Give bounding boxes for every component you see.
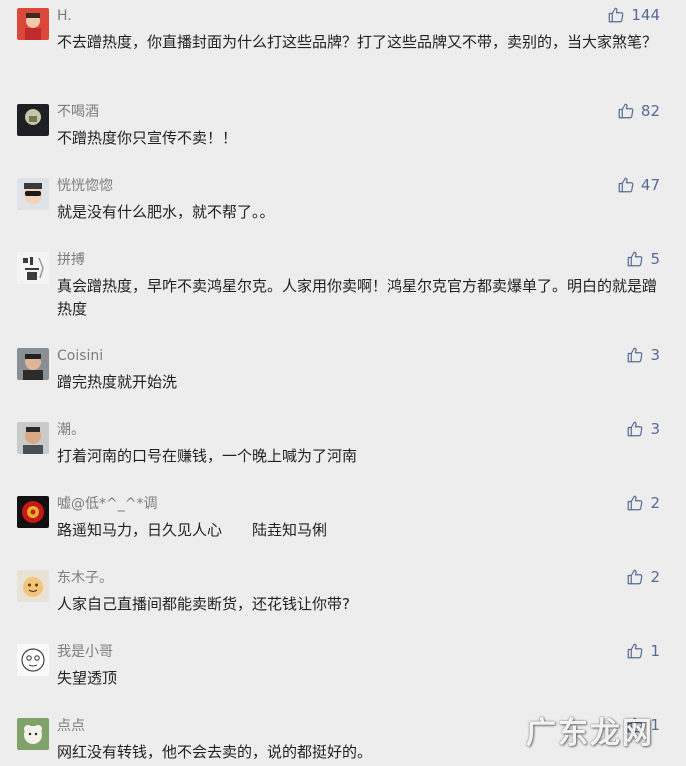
comment-nickname[interactable]: 不喝酒	[57, 103, 99, 121]
avatar[interactable]	[17, 8, 49, 40]
like-button[interactable]: 2	[626, 493, 660, 513]
avatar[interactable]	[17, 422, 49, 454]
like-count: 1	[650, 642, 660, 660]
thumbs-up-icon	[617, 102, 635, 120]
like-button[interactable]: 1	[626, 641, 660, 661]
like-button[interactable]: 47	[617, 175, 660, 195]
avatar[interactable]	[17, 644, 49, 676]
avatar[interactable]	[17, 348, 49, 380]
comment-nickname[interactable]: 嘘@低*^_^*调	[57, 495, 157, 513]
thumbs-up-icon	[626, 250, 644, 268]
like-count: 82	[640, 102, 660, 120]
comment-nickname[interactable]: 点点	[57, 717, 85, 735]
comment-nickname[interactable]: H.	[57, 7, 72, 25]
like-count: 2	[650, 568, 660, 586]
avatar[interactable]	[17, 718, 49, 750]
like-count: 5	[650, 250, 660, 268]
comment-text: 真会蹭热度，早咋不卖鸿星尔克。人家用你卖啊！鸿星尔克官方都卖爆单了。明白的就是蹭…	[57, 277, 658, 318]
like-button[interactable]: 3	[626, 345, 660, 365]
like-button[interactable]: 144	[607, 5, 660, 25]
thumbs-up-icon	[626, 642, 644, 660]
thumbs-up-icon	[607, 6, 625, 24]
thumbs-up-icon	[617, 176, 635, 194]
avatar[interactable]	[17, 104, 49, 136]
comment-nickname[interactable]: 我是小哥	[57, 643, 113, 661]
comment-nickname[interactable]: 拼搏	[57, 251, 85, 269]
avatar[interactable]	[17, 178, 49, 210]
like-button[interactable]: 3	[626, 419, 660, 439]
comment-text: 失望透顶	[57, 669, 118, 687]
site-watermark: 广东龙网	[526, 716, 654, 751]
thumbs-up-icon	[626, 420, 644, 438]
thumbs-up-icon	[626, 346, 644, 364]
comment-text: 打着河南的口号在赚钱，一个晚上喊为了河南	[57, 447, 358, 465]
like-count: 144	[631, 6, 660, 24]
like-count: 3	[650, 420, 660, 438]
comment-text: 就是没有什么肥水，就不帮了。。	[57, 203, 275, 221]
like-button[interactable]: 82	[617, 101, 660, 121]
like-button[interactable]: 2	[626, 567, 660, 587]
thumbs-up-icon	[626, 494, 644, 512]
avatar[interactable]	[17, 252, 49, 284]
comment-text: 路遥知马力，日久见人心 陆垚知马俐	[57, 521, 328, 539]
comment-nickname[interactable]: 潮。	[57, 421, 85, 439]
comment-nickname[interactable]: 恍恍惚惚	[57, 177, 113, 195]
comment-text: 人家自己直播间都能卖断货，还花钱让你带?	[57, 595, 350, 613]
like-button[interactable]: 5	[626, 249, 660, 269]
comment-nickname[interactable]: Coisini	[57, 347, 103, 365]
like-count: 47	[640, 176, 660, 194]
avatar[interactable]	[17, 496, 49, 528]
like-count: 3	[650, 346, 660, 364]
comment-nickname[interactable]: 东木子。	[57, 569, 113, 587]
thumbs-up-icon	[626, 568, 644, 586]
comment-text: 不蹭热度你只宣传不卖！！	[57, 129, 238, 147]
avatar[interactable]	[17, 570, 49, 602]
like-count: 2	[650, 494, 660, 512]
comment-text: 蹭完热度就开始洗	[57, 373, 178, 391]
comment-text: 不去蹭热度，你直播封面为什么打这些品牌？打了这些品牌又不带，卖别的，当大家煞笔？	[57, 33, 658, 51]
